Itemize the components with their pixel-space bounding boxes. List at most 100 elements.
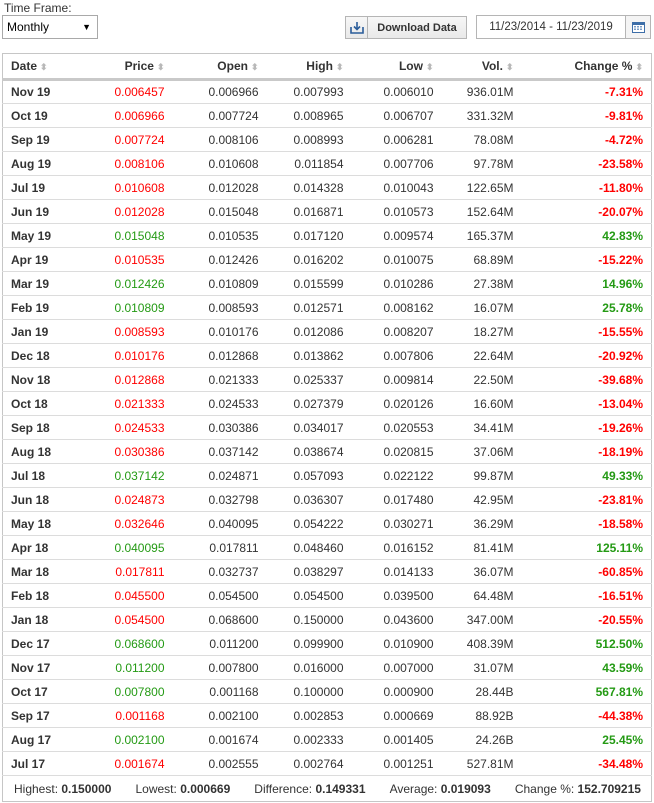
table-row: Mar 19 0.012426 0.010809 0.015599 0.010286 27… [2, 271, 652, 296]
summary-difference: Difference: 0.149331 [254, 781, 366, 796]
column-header-date[interactable]: Date ⬍ [2, 53, 98, 81]
table-row: Dec 17 0.068600 0.011200 0.099900 0.010900 40… [2, 631, 652, 656]
table-row: Jun 19 0.012028 0.015048 0.016871 0.010573 15… [2, 199, 652, 224]
cell-volume: 34.41M [441, 415, 522, 440]
cell-high: 0.008965 [266, 103, 352, 128]
cell-open: 0.032798 [172, 487, 267, 512]
cell-volume: 165.37M [441, 223, 522, 248]
cell-change: 42.83% [521, 223, 652, 248]
cell-volume: 42.95M [441, 487, 522, 512]
cell-volume: 88.92B [441, 703, 522, 728]
cell-change: -18.19% [521, 439, 652, 464]
cell-date: Mar 18 [2, 559, 98, 584]
table-header-row: Date ⬍ Price ⬍ Open ⬍ High ⬍ Low ⬍ Vol. ⬍ Chan… [2, 53, 652, 81]
summary-change: Change %: 152.709215 [514, 781, 641, 796]
cell-date: Sep 18 [2, 415, 98, 440]
cell-change: 512.50% [521, 631, 652, 656]
cell-high: 0.034017 [266, 415, 352, 440]
cell-open: 0.007724 [172, 103, 267, 128]
cell-date: Jan 19 [2, 319, 98, 344]
cell-volume: 24.26B [441, 727, 522, 752]
cell-price: 0.008106 [97, 151, 173, 176]
cell-low: 0.000900 [351, 679, 442, 704]
cell-change: -7.31% [521, 79, 652, 104]
cell-price: 0.024533 [97, 415, 173, 440]
cell-open: 0.054500 [172, 583, 267, 608]
cell-high: 0.014328 [266, 175, 352, 200]
download-data-button[interactable]: Download Data [345, 16, 467, 39]
cell-high: 0.150000 [266, 607, 352, 632]
table-row: Aug 18 0.030386 0.037142 0.038674 0.020815 37… [2, 439, 652, 464]
cell-date: Dec 18 [2, 343, 98, 368]
cell-volume: 152.64M [441, 199, 522, 224]
cell-volume: 16.07M [441, 295, 522, 320]
cell-change: -44.38% [521, 703, 652, 728]
sort-arrows-icon: ⬍ [425, 62, 434, 72]
cell-open: 0.024871 [172, 463, 267, 488]
cell-date: Dec 17 [2, 631, 98, 656]
table-row: Dec 18 0.010176 0.012868 0.013862 0.007806 22… [2, 343, 652, 368]
dropdown-caret-icon: ▼ [82, 22, 91, 32]
cell-low: 0.009814 [351, 367, 442, 392]
cell-high: 0.038674 [266, 439, 352, 464]
cell-change: -4.72% [521, 127, 652, 152]
cell-date: Sep 19 [2, 127, 98, 152]
cell-volume: 78.08M [441, 127, 522, 152]
table-row: Jul 17 0.001674 0.002555 0.002764 0.001251 52… [2, 751, 652, 776]
cell-date: Aug 18 [2, 439, 98, 464]
time-frame-select[interactable]: Monthly ▼ [2, 15, 98, 39]
column-header-price[interactable]: Price ⬍ [97, 53, 173, 81]
cell-high: 0.036307 [266, 487, 352, 512]
cell-low: 0.022122 [351, 463, 442, 488]
column-header-open[interactable]: Open ⬍ [172, 53, 267, 81]
column-header-low[interactable]: Low ⬍ [351, 53, 442, 81]
cell-change: -23.81% [521, 487, 652, 512]
cell-date: Sep 17 [2, 703, 98, 728]
cell-change: -13.04% [521, 391, 652, 416]
cell-price: 0.006457 [97, 79, 173, 104]
date-range-value[interactable]: 11/23/2014 - 11/23/2019 [477, 16, 626, 38]
cell-price: 0.012426 [97, 271, 173, 296]
cell-open: 0.012868 [172, 343, 267, 368]
cell-low: 0.001405 [351, 727, 442, 752]
cell-date: Feb 18 [2, 583, 98, 608]
cell-date: Jul 18 [2, 463, 98, 488]
cell-high: 0.017120 [266, 223, 352, 248]
cell-volume: 36.07M [441, 559, 522, 584]
column-header-volume[interactable]: Vol. ⬍ [441, 53, 522, 81]
cell-change: -15.22% [521, 247, 652, 272]
cell-change: 25.78% [521, 295, 652, 320]
cell-change: -20.92% [521, 343, 652, 368]
column-header-change[interactable]: Change % ⬍ [521, 53, 652, 81]
cell-low: 0.010043 [351, 175, 442, 200]
column-header-high[interactable]: High ⬍ [266, 53, 352, 81]
cell-price: 0.001674 [97, 751, 173, 776]
cell-volume: 408.39M [441, 631, 522, 656]
cell-date: Nov 17 [2, 655, 98, 680]
cell-high: 0.015599 [266, 271, 352, 296]
table-row: Apr 19 0.010535 0.012426 0.016202 0.010075 68… [2, 247, 652, 272]
table-row: Sep 17 0.001168 0.002100 0.002853 0.000669 88… [2, 703, 652, 728]
cell-open: 0.024533 [172, 391, 267, 416]
cell-high: 0.025337 [266, 367, 352, 392]
cell-low: 0.007000 [351, 655, 442, 680]
cell-open: 0.010535 [172, 223, 267, 248]
cell-price: 0.015048 [97, 223, 173, 248]
cell-high: 0.100000 [266, 679, 352, 704]
cell-high: 0.012571 [266, 295, 352, 320]
cell-high: 0.016000 [266, 655, 352, 680]
cell-high: 0.048460 [266, 535, 352, 560]
cell-low: 0.007806 [351, 343, 442, 368]
cell-date: Mar 19 [2, 271, 98, 296]
cell-low: 0.008162 [351, 295, 442, 320]
table-row: Feb 18 0.045500 0.054500 0.054500 0.039500 64… [2, 583, 652, 608]
cell-date: May 18 [2, 511, 98, 536]
cell-date: Nov 19 [2, 79, 98, 104]
cell-open: 0.012426 [172, 247, 267, 272]
cell-high: 0.012086 [266, 319, 352, 344]
cell-price: 0.037142 [97, 463, 173, 488]
date-range-picker[interactable]: 11/23/2014 - 11/23/2019 [476, 15, 651, 39]
cell-price: 0.017811 [97, 559, 173, 584]
summary-lowest: Lowest: 0.000669 [135, 781, 231, 796]
calendar-icon[interactable] [626, 16, 650, 38]
